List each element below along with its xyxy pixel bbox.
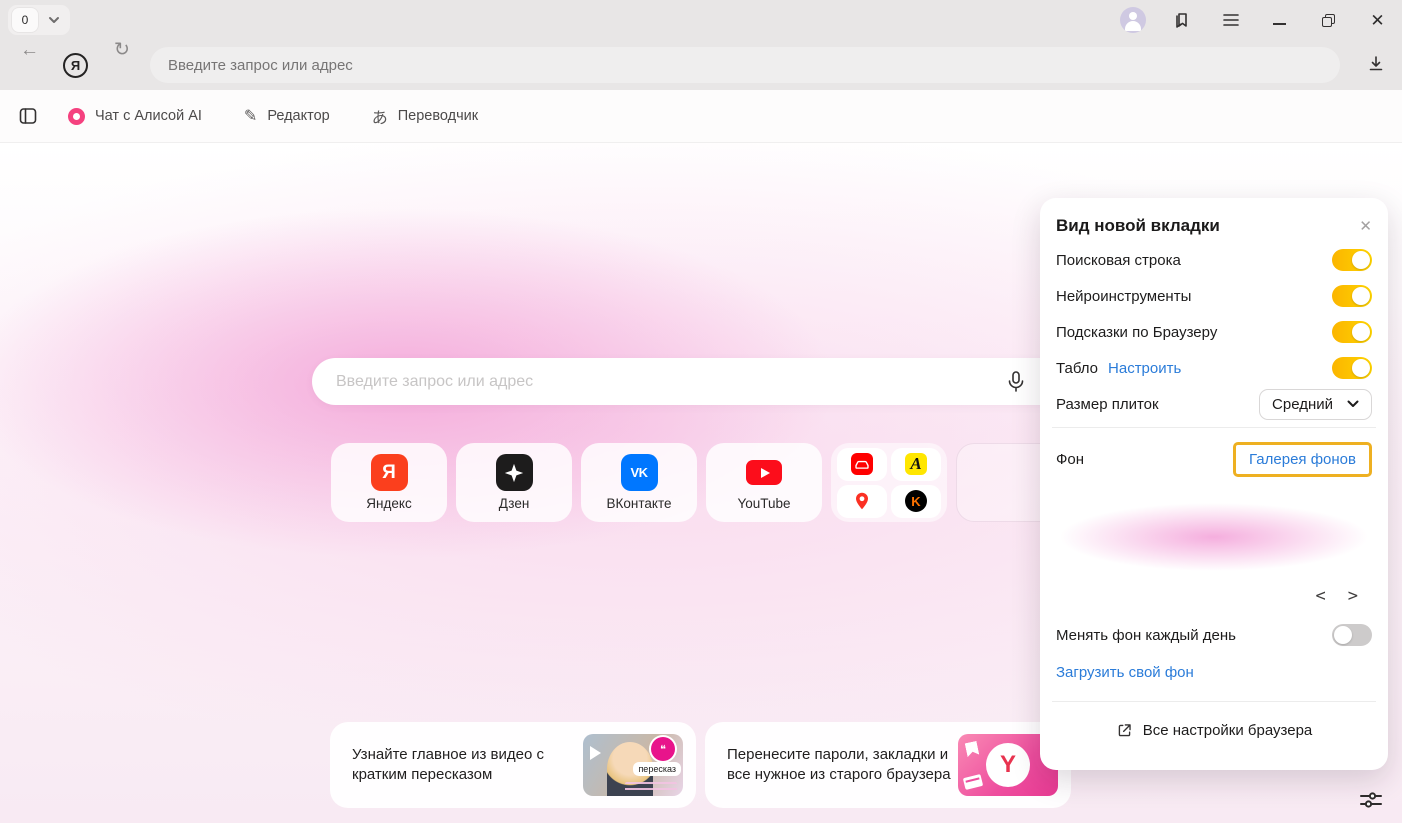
dzen-icon [496,454,533,491]
address-input[interactable] [168,57,1322,74]
tableau-configure-link[interactable]: Настроить [1108,360,1181,377]
bookmark-label: Переводчик [398,108,478,124]
voice-search-icon[interactable] [1004,369,1028,395]
minimize-button[interactable] [1255,0,1304,40]
autoru-car-icon [851,453,873,475]
background-carousel-controls: < > [1056,581,1372,611]
external-link-icon [1116,722,1133,739]
panel-title: Вид новой вкладки [1056,216,1220,236]
alice-icon [68,108,85,125]
tile-youtube[interactable]: YouTube [706,443,822,522]
menu-button[interactable] [1206,0,1255,40]
background-preview-blob [1060,503,1368,571]
promo-card-import[interactable]: Перенесите пароли, закладки и все нужное… [705,722,1071,808]
promo-cards: Узнайте главное из видео с кратким перес… [330,722,1071,808]
pencil-icon: ✎ [244,106,257,126]
hamburger-menu-icon [1222,13,1240,27]
bookmark-alice-chat[interactable]: Чат с Алисой AI [68,108,202,125]
search-bar[interactable] [312,358,1090,405]
play-icon [590,746,601,760]
video-summary-illustration: ❝ пересказ [583,734,683,796]
collections-button[interactable] [1157,0,1206,40]
vk-icon: VK [621,454,658,491]
bookmark-editor[interactable]: ✎ Редактор [244,106,330,126]
map-pin-icon [853,491,871,511]
yandex-home-button[interactable]: Я [63,53,88,78]
tile-kinopoisk[interactable]: K [891,485,941,518]
tab-strip: 0 ✕ [0,0,1402,40]
all-settings-button[interactable]: Все настройки браузера [1056,707,1372,753]
setting-row-search-bar: Поисковая строка [1056,242,1372,278]
toggle-tableau[interactable] [1332,357,1372,379]
carousel-prev-button[interactable]: < [1316,586,1326,606]
page-settings-button[interactable] [1358,788,1384,812]
address-bar[interactable] [150,47,1340,83]
bookmark-translator[interactable]: あ Переводчик [372,104,478,128]
chevron-down-icon [1347,400,1359,408]
bookmark-label: Редактор [267,108,329,124]
carousel-next-button[interactable]: > [1348,586,1358,606]
back-button[interactable]: ← [20,41,39,60]
toggle-browser-tips[interactable] [1332,321,1372,343]
tab-counter-badge[interactable]: 0 [12,8,38,32]
profile-button[interactable] [1108,0,1157,40]
background-gallery-button[interactable]: Галерея фонов [1233,442,1372,477]
avatar-icon [1120,7,1146,33]
bookmark-mini-icon [965,741,980,757]
search-input[interactable] [336,373,1030,391]
new-tab-settings-panel: Вид новой вкладки ✕ Поисковая строка Ней… [1040,198,1388,770]
sidebar-toggle-button[interactable] [18,106,38,126]
tile-size-select[interactable]: Средний [1259,389,1372,420]
close-button[interactable]: ✕ [1353,0,1402,40]
minimize-icon [1273,23,1286,25]
youtube-icon [746,454,783,491]
yandex-browser-logo: Y [986,743,1030,787]
setting-row-neuro-tools: Нейроинструменты [1056,278,1372,314]
bookmarks-bar: Чат с Алисой AI ✎ Редактор あ Переводчик [0,90,1402,143]
afisha-icon: A [905,453,927,475]
quote-icon: ❝ [651,737,675,761]
background-preview[interactable] [1056,485,1372,581]
setting-row-change-daily: Менять фон каждый день [1056,615,1372,655]
bookmark-label: Чат с Алисой AI [95,108,202,124]
tableau-tiles: Я Яндекс Дзен VK ВКонтакте YouTube [331,443,1072,522]
close-icon: ✕ [1370,12,1384,29]
toggle-search-bar[interactable] [1332,249,1372,271]
restore-button[interactable] [1304,0,1353,40]
tab-list-chevron-down-icon[interactable] [48,16,60,24]
upload-background-link[interactable]: Загрузить свой фон [1056,664,1194,681]
downloads-button[interactable] [1366,54,1386,74]
tile-afisha[interactable]: A [891,448,941,481]
setting-row-tableau: Табло Настроить [1056,350,1372,386]
reload-button[interactable]: ↻ [114,41,130,60]
tile-vk[interactable]: VK ВКонтакте [581,443,697,522]
tile-maps[interactable] [837,485,887,518]
yandex-icon: Я [371,454,408,491]
setting-row-tile-size: Размер плиток Средний [1056,386,1372,422]
setting-row-browser-tips: Подсказки по Браузеру [1056,314,1372,350]
translator-icon: あ [372,104,388,128]
tile-yandex[interactable]: Я Яндекс [331,443,447,522]
tab-group[interactable]: 0 [8,5,70,35]
creditcard-mini-icon [963,774,983,790]
toggle-change-daily[interactable] [1332,624,1372,646]
restore-window-icon [1322,14,1335,27]
kinopoisk-icon: K [905,490,927,512]
setting-row-background: Фон Галерея фонов [1056,433,1372,485]
bookmarks-icon [1172,10,1192,30]
toggle-neuro-tools[interactable] [1332,285,1372,307]
promo-card-video-summary[interactable]: Узнайте главное из видео с кратким перес… [330,722,696,808]
tile-dzen[interactable]: Дзен [456,443,572,522]
tile-autoru[interactable] [837,448,887,481]
panel-close-icon[interactable]: ✕ [1359,217,1372,235]
tile-folder-group[interactable]: A K [831,443,947,522]
